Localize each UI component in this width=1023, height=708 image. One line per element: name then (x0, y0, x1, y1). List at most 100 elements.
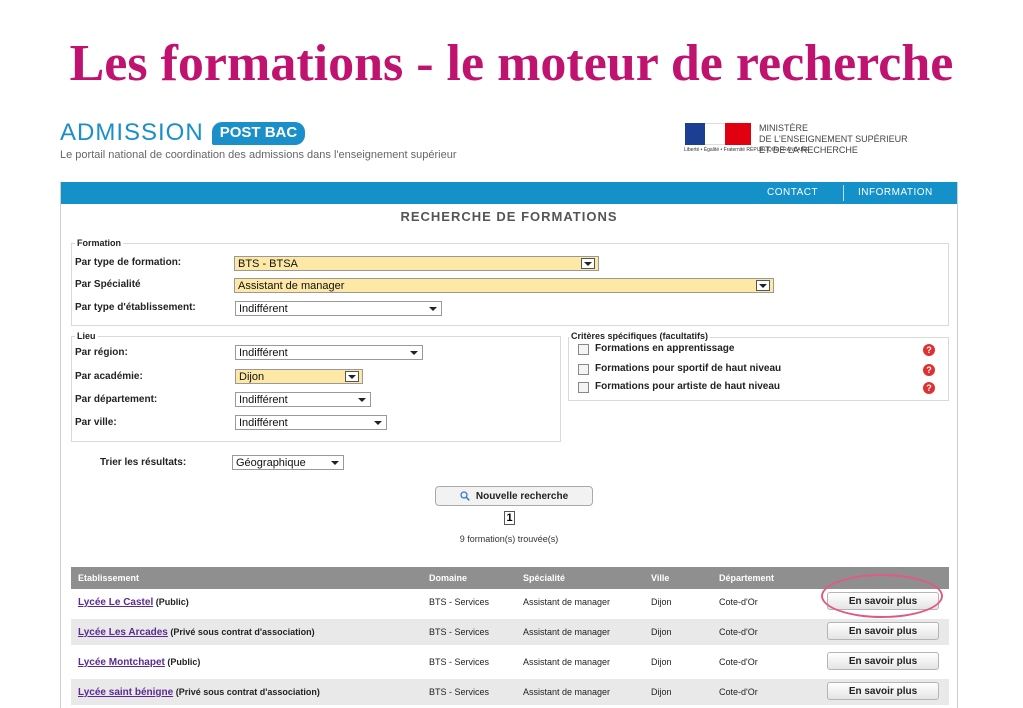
admission-postbac-logo[interactable]: ADMISSION POST BAC (60, 118, 306, 148)
specialite-cell: Assistant de manager (523, 597, 611, 607)
french-republic-flag-icon (685, 123, 751, 145)
etablissement-type-label: Par type d'établissement: (75, 302, 196, 313)
pagination-current[interactable]: 1 (504, 511, 515, 525)
ville-cell: Dijon (651, 687, 672, 697)
search-panel: CONTACT INFORMATION RECHERCHE DE FORMATI… (60, 182, 958, 708)
etablissement-status: (Public) (155, 597, 189, 607)
criteres-legend: Critères spécifiques (facultatifs) (569, 331, 711, 341)
departement-cell: Cote-d'Or (719, 597, 758, 607)
etablissement-link[interactable]: Lycée Le Castel (78, 597, 153, 608)
chevron-down-icon (410, 351, 418, 355)
domaine-cell: BTS - Services (429, 657, 490, 667)
sort-label: Trier les résultats: (100, 457, 187, 468)
domaine-cell: BTS - Services (429, 597, 490, 607)
ville-label: Par ville: (75, 417, 117, 428)
domaine-cell: BTS - Services (429, 687, 490, 697)
academie-label: Par académie: (75, 371, 143, 382)
chevron-down-icon (358, 398, 366, 402)
apprentissage-checkbox[interactable] (578, 344, 589, 355)
etablissement-link[interactable]: Lycée saint bénigne (78, 687, 173, 698)
region-select[interactable]: Indifférent (235, 345, 423, 360)
etablissement-cell: Lycée saint bénigne (Privé sous contrat … (78, 679, 320, 705)
portal-tagline: Le portail national de coordination des … (60, 149, 457, 161)
region-label: Par région: (75, 347, 128, 358)
slide-title: Les formations - le moteur de recherche (69, 35, 954, 92)
results-count: 9 formation(s) trouvée(s) (459, 534, 559, 544)
ville-cell: Dijon (651, 627, 672, 637)
specialite-label: Par Spécialité (75, 279, 141, 290)
new-search-button[interactable]: Nouvelle recherche (435, 486, 593, 506)
specialite-cell: Assistant de manager (523, 687, 611, 697)
top-nav-bar: CONTACT INFORMATION (61, 182, 957, 204)
chevron-down-icon (345, 371, 359, 382)
formation-type-value: BTS - BTSA (238, 258, 298, 270)
etablissement-cell: Lycée Montchapet (Public) (78, 649, 200, 675)
ville-select[interactable]: Indifférent (235, 415, 387, 430)
artiste-label: Formations pour artiste de haut niveau (595, 381, 781, 392)
magnifier-icon (460, 491, 470, 501)
table-row: Lycée Les Arcades (Privé sous contrat d'… (71, 619, 949, 645)
specialite-cell: Assistant de manager (523, 627, 611, 637)
help-icon[interactable]: ? (923, 382, 935, 394)
academie-value: Dijon (239, 371, 265, 383)
chevron-down-icon (756, 280, 770, 291)
help-icon[interactable]: ? (923, 364, 935, 376)
table-row: Lycée saint bénigne (Privé sous contrat … (71, 679, 949, 705)
departement-cell: Cote-d'Or (719, 657, 758, 667)
etablissement-status: (Privé sous contrat d'association) (170, 627, 315, 637)
page-heading: RECHERCHE DE FORMATIONS (400, 209, 618, 224)
en-savoir-plus-button[interactable]: En savoir plus (827, 622, 939, 640)
etablissement-link[interactable]: Lycée Les Arcades (78, 627, 168, 638)
nav-information-link[interactable]: INFORMATION (858, 182, 933, 204)
apprentissage-label: Formations en apprentissage (595, 343, 735, 354)
departement-cell: Cote-d'Or (719, 687, 758, 697)
logo-word: ADMISSION (60, 119, 204, 146)
artiste-checkbox[interactable] (578, 382, 589, 393)
help-icon[interactable]: ? (923, 344, 935, 356)
academie-select[interactable]: Dijon (235, 369, 363, 384)
table-row: Lycée Le Castel (Public) BTS - Services … (71, 589, 949, 615)
col-ville: Ville (651, 573, 670, 583)
ministry-name: MINISTÈRE DE L'ENSEIGNEMENT SUPÉRIEUR ET… (759, 123, 908, 156)
en-savoir-plus-button[interactable]: En savoir plus (827, 652, 939, 670)
chevron-down-icon (374, 421, 382, 425)
sort-value: Géographique (236, 457, 306, 469)
etablissement-type-select[interactable]: Indifférent (235, 301, 442, 316)
specialite-select[interactable]: Assistant de manager (234, 278, 774, 293)
col-departement: Département (719, 573, 775, 583)
formation-type-label: Par type de formation: (75, 257, 182, 268)
formation-type-select[interactable]: BTS - BTSA (234, 256, 599, 271)
nav-separator (843, 185, 844, 201)
lieu-legend: Lieu (75, 331, 98, 341)
chevron-down-icon (429, 307, 437, 311)
ville-cell: Dijon (651, 597, 672, 607)
etablissement-type-value: Indifférent (239, 303, 288, 315)
region-value: Indifférent (239, 347, 288, 359)
chevron-down-icon (581, 258, 595, 269)
departement-select[interactable]: Indifférent (235, 392, 371, 407)
etablissement-cell: Lycée Le Castel (Public) (78, 589, 189, 615)
etablissement-status: (Privé sous contrat d'association) (175, 687, 320, 697)
specialite-value: Assistant de manager (238, 280, 345, 292)
col-etablissement: Etablissement (78, 573, 140, 583)
results-table-header: Etablissement Domaine Spécialité Ville D… (71, 567, 949, 589)
col-specialite: Spécialité (523, 573, 566, 583)
nav-contact-link[interactable]: CONTACT (767, 182, 818, 204)
ministry-line-3: ET DE LA RECHERCHE (759, 145, 858, 155)
ministry-line-1: MINISTÈRE (759, 123, 809, 133)
sort-select[interactable]: Géographique (232, 455, 344, 470)
specialite-cell: Assistant de manager (523, 657, 611, 667)
ville-cell: Dijon (651, 657, 672, 667)
en-savoir-plus-button[interactable]: En savoir plus (827, 682, 939, 700)
etablissement-link[interactable]: Lycée Montchapet (78, 657, 165, 668)
sportif-checkbox[interactable] (578, 364, 589, 375)
logo-badge: POST BAC (211, 121, 306, 145)
etablissement-cell: Lycée Les Arcades (Privé sous contrat d'… (78, 619, 315, 645)
departement-value: Indifférent (239, 394, 288, 406)
ville-value: Indifférent (239, 417, 288, 429)
highlight-annotation (821, 574, 943, 618)
ministry-motto: Liberté • Égalité • Fraternité RÉPUBLIQU… (684, 147, 809, 153)
col-domaine: Domaine (429, 573, 468, 583)
departement-label: Par département: (75, 394, 158, 405)
formation-legend: Formation (75, 238, 123, 248)
